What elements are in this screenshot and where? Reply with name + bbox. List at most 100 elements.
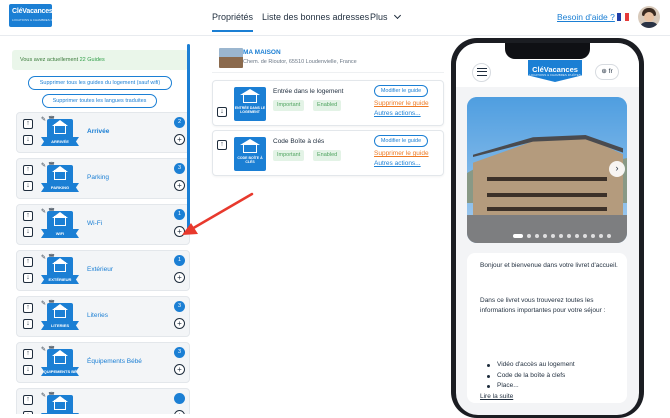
edit-guide-button[interactable]: Modifier le guide	[374, 135, 428, 147]
move-up-button[interactable]: ↑	[23, 165, 33, 175]
category-card[interactable]: ↑↓✎ 🗑WIFIWi-Fi1+	[16, 204, 190, 245]
category-banner: WIFI	[41, 229, 79, 238]
category-card[interactable]: ↑↓✎ 🗑PARKINGParking3+	[16, 158, 190, 199]
category-name[interactable]: Literies	[87, 312, 108, 319]
move-down-button[interactable]: ↓	[23, 135, 33, 145]
brand-logo[interactable]: CléVacances LOCATIONS & CHAMBRES D'HÔTES	[9, 4, 64, 27]
phone-screen[interactable]: CléVacances LOCATIONS & CHAMBRES D'HÔTES…	[456, 43, 639, 415]
photo-balcony-2	[487, 193, 607, 197]
move-up-button[interactable]: ↑	[23, 119, 33, 129]
add-guide-button[interactable]: +	[174, 364, 185, 375]
carousel-dot[interactable]	[513, 234, 523, 238]
phone-notch	[505, 43, 590, 59]
read-more-link[interactable]: Lire la suite	[480, 393, 513, 400]
move-down-button[interactable]: ↓	[217, 107, 227, 117]
category-banner: PARKING	[41, 183, 79, 192]
move-up-button[interactable]: ↑	[23, 303, 33, 313]
move-up-button[interactable]: ↑	[23, 211, 33, 221]
move-down-button[interactable]: ↓	[23, 273, 33, 283]
property-name: MA MAISON	[243, 49, 281, 56]
menu-icon	[477, 68, 487, 76]
move-down-button[interactable]: ↓	[23, 319, 33, 329]
category-banner: LITERIES	[41, 321, 79, 330]
guide-icon: CODE BOÎTE À CLÉS	[234, 137, 266, 171]
important-tag: Important	[273, 100, 305, 111]
carousel-dot[interactable]	[575, 234, 579, 238]
category-name[interactable]: Extérieur	[87, 266, 113, 273]
enabled-tag: Enabled	[313, 100, 342, 111]
category-icon: ✎ 🗑ARRIVÉE	[39, 115, 79, 149]
more-actions-link[interactable]: Autres actions...	[374, 160, 421, 167]
property-header[interactable]: MA MAISON Chem. de Rioutor, 65510 Louden…	[212, 44, 444, 73]
user-avatar[interactable]	[638, 6, 660, 28]
guide-count-badge: 2	[174, 117, 185, 128]
carousel-dot[interactable]	[567, 234, 571, 238]
carousel-dot[interactable]	[527, 234, 531, 238]
category-card[interactable]: ↑ ↓ ✎ 🗑ARRIVÉE Arrivée 2 +	[16, 112, 190, 153]
move-up-button[interactable]: ↑	[23, 349, 33, 359]
edit-guide-button[interactable]: Modifier le guide	[374, 85, 428, 97]
nav-bonnes-adresses[interactable]: Liste des bonnes adresses	[262, 12, 369, 22]
guide-title: Entrée dans le logement	[273, 88, 344, 95]
move-up-button[interactable]: ↑	[217, 140, 227, 150]
guides-count: 22 Guides	[79, 57, 105, 63]
welcome-card: Bonjour et bienvenue dans votre livret d…	[467, 253, 627, 403]
enabled-tag: Enabled	[313, 150, 342, 161]
carousel-dot[interactable]	[559, 234, 563, 238]
carousel-dot[interactable]	[543, 234, 547, 238]
move-up-button[interactable]: ↑	[23, 395, 33, 405]
logo-subtitle: LOCATIONS & CHAMBRES D'HÔTES	[12, 18, 64, 22]
french-flag-icon[interactable]	[617, 13, 629, 21]
more-actions-link[interactable]: Autres actions...	[374, 110, 421, 117]
photo-street	[467, 215, 627, 243]
move-up-button[interactable]: ↑	[23, 257, 33, 267]
help-link[interactable]: Besoin d'aide ?	[557, 12, 615, 22]
category-banner	[41, 413, 79, 414]
avatar-face	[644, 12, 654, 22]
carousel-dot[interactable]	[599, 234, 603, 238]
intro-text: Dans ce livret vous trouverez toutes les…	[480, 297, 606, 314]
carousel-dot[interactable]	[551, 234, 555, 238]
category-name[interactable]: Arrivée	[87, 128, 109, 135]
category-banner: EXTÉRIEUR	[41, 275, 79, 284]
guide-card[interactable]: ↓ ENTRÉE DANS LE LOGEMENT Entrée dans le l…	[212, 80, 444, 126]
guide-categories-panel[interactable]: Vous avez actuellement 22 Guides Supprim…	[8, 44, 192, 414]
carousel-dot[interactable]	[591, 234, 595, 238]
add-guide-button[interactable]: +	[174, 134, 185, 145]
house-icon	[54, 308, 66, 318]
move-down-button[interactable]: ↓	[23, 365, 33, 375]
property-photo-carousel[interactable]: ›	[467, 97, 627, 243]
delete-guide-link[interactable]: Supprimer le guide	[374, 150, 429, 157]
delete-guide-link[interactable]: Supprimer le guide	[374, 100, 429, 107]
carousel-dot[interactable]	[583, 234, 587, 238]
move-down-button[interactable]: ↓	[23, 181, 33, 191]
category-icon: ✎ 🗑PARKING	[39, 161, 79, 195]
category-card[interactable]: ↑ ↓ ✎ 🗑ÉQUIPEMENTS BÉBÉ Équipements Bébé 3 +	[16, 342, 190, 383]
guide-icon-label: CODE BOÎTE À CLÉS	[237, 156, 263, 164]
add-guide-button[interactable]: +	[174, 318, 185, 329]
category-card[interactable]: ↑ ↓ ✎ 🗑EXTÉRIEUR Extérieur 1 +	[16, 250, 190, 291]
nav-proprietes[interactable]: Propriétés	[212, 12, 254, 32]
category-name[interactable]: Wi-Fi	[87, 220, 102, 227]
guide-card[interactable]: ↑ CODE BOÎTE À CLÉS Code Boîte à clés Impor…	[212, 130, 444, 176]
category-card[interactable]: ↑ ↓ ✎ 🗑LITERIES Literies 3 +	[16, 296, 190, 337]
nav-plus[interactable]: Plus	[370, 11, 401, 22]
category-card[interactable]: ↑ ↓ ✎ 🗑 +	[16, 388, 190, 414]
chevron-right-icon[interactable]: ›	[609, 161, 625, 177]
guide-count-badge: 3	[174, 163, 185, 174]
category-name[interactable]: Parking	[87, 174, 109, 181]
carousel-dot[interactable]	[607, 234, 611, 238]
carousel-dot[interactable]	[535, 234, 539, 238]
category-name[interactable]: Équipements Bébé	[87, 358, 142, 365]
add-guide-button[interactable]: +	[174, 410, 185, 414]
delete-all-languages-button[interactable]: Supprimer toutes les langues traduites	[42, 94, 157, 108]
language-switcher[interactable]: ⊕ fr	[595, 64, 619, 80]
add-guide-button[interactable]: +	[174, 272, 185, 283]
move-down-button[interactable]: ↓	[23, 227, 33, 237]
move-down-button[interactable]: ↓	[23, 411, 33, 414]
bullet-item: Code de la boîte à clefs	[487, 371, 575, 382]
language-code: fr	[608, 68, 613, 75]
bullet-item: Place...	[487, 381, 575, 392]
delete-all-guides-button[interactable]: Supprimer tous les guides du logement (s…	[28, 76, 172, 90]
info-prefix: Vous avez actuellement	[20, 57, 80, 63]
